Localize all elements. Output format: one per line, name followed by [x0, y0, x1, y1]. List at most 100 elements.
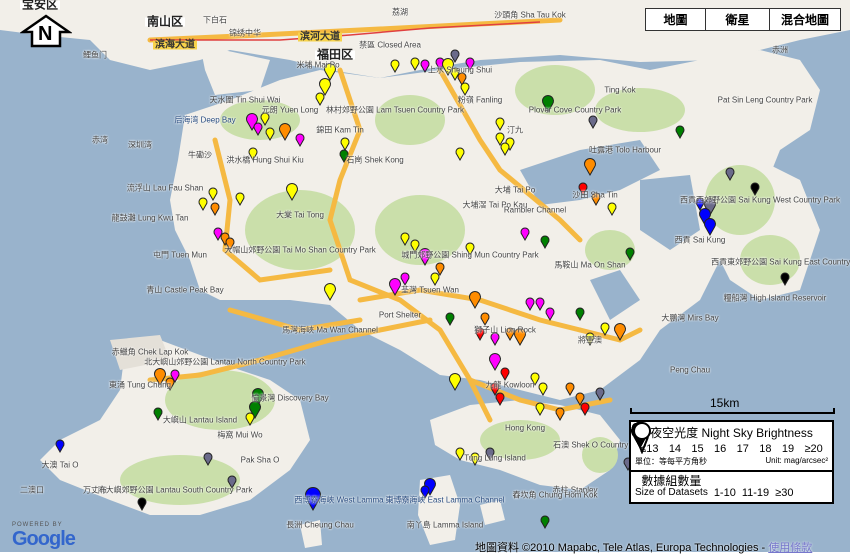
place-label: Pat Sin Leng Country Park — [717, 95, 813, 105]
place-label: 林村郊野公園 Lam Tsuen Country Park — [325, 105, 465, 115]
place-label: 上水 Sheung Shui — [427, 65, 493, 75]
place-label: 汀九 — [507, 125, 523, 135]
place-label: 洪水橋 Hung Shui Kiu — [226, 155, 304, 165]
place-label: 赤鱲角 Chek Lap Kok — [111, 347, 189, 357]
place-label: 大埔 Tai Po — [494, 185, 536, 195]
legend-level-label: 15 — [691, 443, 704, 455]
scale-line — [630, 408, 835, 414]
satellite-button[interactable]: 衛星 — [706, 9, 770, 30]
legend-brightness-title: 夜空光度 Night Sky Brightness — [650, 426, 813, 440]
place-label: 锦绣中华 — [229, 28, 261, 38]
size-medium: 11-19 — [632, 422, 770, 499]
terms-of-use-link[interactable]: 使用條款 — [768, 542, 812, 554]
attribution-text: 地圖資料 ©2010 Mapabc, Tele Atlas, Europa Te… — [475, 542, 769, 554]
size-small-label: 1-10 — [713, 487, 736, 499]
place-label: 禁區 Closed Area — [359, 40, 421, 50]
size-medium-label: 11-19 — [741, 487, 770, 499]
place-label: 深圳湾 — [128, 140, 152, 150]
place-label: 二澳口 — [20, 485, 44, 495]
brightness-marker[interactable] — [540, 515, 550, 530]
place-label: 愉景灣 Discovery Bay — [251, 393, 329, 403]
north-label: N — [38, 23, 53, 45]
size-title-zh: 數據組數量 — [641, 474, 702, 488]
size-large-label: ≥30 — [775, 487, 794, 499]
place-label: 南山区 — [144, 14, 186, 29]
place-label: Port Shelter — [378, 310, 422, 320]
place-label: 大棠 Tai Tong — [276, 210, 324, 220]
place-label: Ting Kok — [604, 85, 636, 95]
place-label: 大帽山郊野公園 Tai Mo Shan Country Park — [224, 245, 376, 255]
place-label: 石崗 Shek Kong — [346, 155, 404, 165]
place-label: 屯門 Tuen Mun — [153, 250, 207, 260]
north-arrow: N — [20, 14, 72, 48]
place-label: 西貢西郊野公園 Sai Kung West Country Park — [680, 195, 840, 205]
place-label: 牛磡沙 — [188, 150, 212, 160]
place-label: 后海湾 Deep Bay — [174, 115, 236, 125]
place-label: Rambler Channel — [503, 205, 567, 215]
place-label: 万丈布 — [83, 485, 107, 495]
place-label: 錦田 Kam Tin — [316, 125, 364, 135]
size-small: 1-10 — [632, 423, 736, 499]
place-label: 東涌 Tung Chung — [109, 380, 171, 390]
place-label: 獅子山 Lion Rock — [474, 325, 536, 335]
place-label: 粉嶺 Fanling — [457, 95, 503, 105]
map-button[interactable]: 地圖 — [646, 9, 706, 30]
legend-level-label: 17 — [736, 443, 749, 455]
brightness-marker[interactable] — [449, 373, 461, 392]
map-canvas[interactable]: 宝安区 南山区 下白石 锦绣中华 滨海大道 滨河大道 福田区 禁區 Closed Area 荔湖… — [0, 0, 850, 552]
place-label: 福田区 — [314, 47, 356, 62]
place-label: 西貢 Sai Kung — [674, 235, 726, 245]
place-label: 舂坎角 Chung Hom Kok — [512, 490, 598, 500]
scale-bar: 15km — [630, 396, 835, 418]
google-logo[interactable]: POWERED BY Google — [12, 522, 76, 551]
place-label: 鲤鱼门 — [83, 50, 107, 60]
place-label: Plover Cove Country Park — [528, 105, 622, 115]
place-label: 九龍 Kowloon — [485, 380, 535, 390]
legend-level-label: 16 — [714, 443, 727, 455]
place-label: 南丫島 Lamma Island — [406, 520, 484, 530]
place-label: 東博寮海峽 East Lamma Channel — [385, 495, 505, 505]
place-label: Hong Kong — [504, 423, 546, 433]
large-pin-icon — [633, 422, 651, 454]
place-label: Pak Sha O — [240, 455, 280, 465]
size-large: ≥30 — [633, 422, 794, 499]
place-label: 滨河大道 — [298, 31, 342, 43]
place-label: 糧船灣 High Island Reservoir — [723, 293, 827, 303]
hybrid-button[interactable]: 混合地圖 — [770, 9, 840, 30]
place-label: 荔湖 — [392, 7, 408, 17]
place-label: 米埔 Mai Po — [296, 60, 340, 70]
legend-level-label: 18 — [759, 443, 772, 455]
place-label: 流浮山 Lau Fau Shan — [126, 183, 204, 193]
place-label: 長洲 Cheung Chau — [286, 520, 354, 530]
place-label: 馬鞍山 Ma On Shan — [554, 260, 626, 270]
size-title-en: Size of Datasets — [635, 487, 708, 498]
place-label: 龍鼓灘 Lung Kwu Tan — [111, 213, 189, 223]
place-label: 下白石 — [203, 15, 227, 25]
place-label: 赤湾 — [92, 135, 108, 145]
place-label: 天水圍 Tin Shui Wai — [209, 95, 281, 105]
place-label: Peng Chau — [669, 365, 711, 375]
place-label: 青山 Castle Peak Bay — [146, 285, 224, 295]
size-title: 數據組數量 Size of Datasets — [635, 475, 708, 499]
place-label: 馬灣海峽 Ma Wan Channel — [282, 325, 378, 335]
legend-level-label: ≥20 — [804, 443, 823, 455]
place-label: 大嶼山 Lantau Island — [162, 415, 238, 425]
place-label: 南大嶼郊野公園 Lantau South Country Park — [97, 485, 253, 495]
legend-levels: ≤13 14 15 16 17 18 19 ≥20 — [635, 443, 828, 455]
place-label: 大鵬灣 Mirs Bay — [661, 313, 719, 323]
place-label: 元朗 Yuen Long — [261, 105, 319, 115]
place-label: 梅窩 Mui Wo — [217, 430, 263, 440]
legend-level-label: 19 — [781, 443, 795, 455]
place-label: 大澳 Tai O — [41, 460, 79, 470]
google-wordmark: Google — [12, 528, 76, 550]
place-label: 北大嶼山郊野公園 Lantau North Country Park — [144, 357, 306, 367]
brightness-marker[interactable] — [595, 387, 605, 402]
unit-zh: 單位：等每平方角秒 — [635, 457, 707, 466]
place-label: 沙田 Sha Tin — [572, 190, 618, 200]
map-type-control: 地圖 衛星 混合地圖 — [645, 8, 841, 31]
legend: 夜空光度 Night Sky Brightness ≤13 14 15 16 17 18 1… — [629, 420, 834, 504]
place-label: 荃灣 Tsuen Wan — [401, 285, 459, 295]
unit-en: Unit: mag/arcsec² — [765, 456, 828, 465]
place-label: 城門郊野公園 Shing Mun Country Park — [401, 250, 539, 260]
place-label: 將軍澳 — [578, 335, 602, 345]
